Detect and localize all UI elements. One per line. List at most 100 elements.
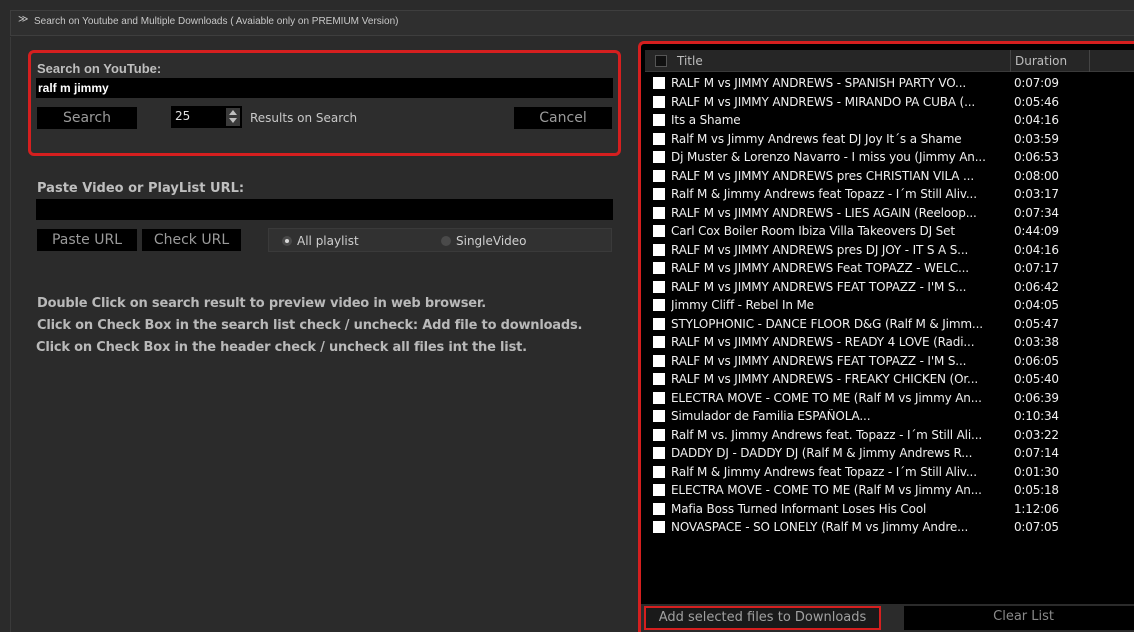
row-checkbox[interactable] [653,114,665,126]
row-checkbox[interactable] [653,502,665,515]
row-duration: 0:07:09 [1014,76,1059,90]
row-checkbox[interactable] [653,243,665,256]
row-checkbox[interactable] [653,465,665,478]
table-row[interactable]: STYLOPHONIC - DANCE FLOOR D&G (Ralf M & … [645,315,1134,334]
table-row[interactable]: Simulador de Familia ESPAÑOLA... 0:10:34 [645,407,1134,426]
row-title: Ralf M & Jimmy Andrews feat Topazz - I´m… [671,464,977,479]
row-title: RALF M vs JIMMY ANDREWS - READY 4 LOVE (… [671,335,975,349]
row-checkbox[interactable] [653,299,665,311]
row-checkbox[interactable] [653,206,665,219]
radio-selected-icon[interactable] [282,236,292,246]
row-duration: 0:06:05 [1014,353,1059,368]
table-row[interactable]: Jimmy Cliff - Rebel In Me 0:04:05 [645,296,1134,315]
table-row[interactable]: Dj Muster & Lorenzo Navarro - I miss you… [645,148,1134,167]
column-header-title[interactable]: Title [677,54,703,68]
row-title: Ralf M vs. Jimmy Andrews feat. Topazz - … [671,427,983,442]
row-checkbox[interactable] [653,428,665,441]
stepper-arrows[interactable] [226,108,240,126]
table-row[interactable]: RALF M vs JIMMY ANDREWS FEAT TOPAZZ - I'… [645,352,1134,371]
url-label: Paste Video or PlayList URL: [37,181,245,196]
column-divider[interactable] [1089,50,1090,72]
row-duration: 0:01:30 [1014,464,1059,479]
row-checkbox[interactable] [653,391,665,404]
search-button[interactable]: Search [37,107,137,129]
row-checkbox[interactable] [653,521,665,533]
row-checkbox[interactable] [653,188,665,200]
row-checkbox[interactable] [653,484,665,496]
table-row[interactable]: RALF M vs JIMMY ANDREWS FEAT TOPAZZ - I'… [645,278,1134,297]
search-input[interactable] [36,78,613,98]
table-row[interactable]: ELECTRA MOVE - COME TO ME (Ralf M vs Jim… [645,389,1134,408]
table-row[interactable]: RALF M vs JIMMY ANDREWS pres DJ JOY - IT… [645,241,1134,260]
stepper-down-icon[interactable] [229,118,237,123]
column-header-duration[interactable]: Duration [1015,54,1067,68]
row-checkbox[interactable] [653,132,665,145]
cancel-button[interactable]: Cancel [514,107,612,129]
row-duration: 0:08:00 [1014,168,1059,183]
clear-list-button[interactable]: Clear List [904,606,1134,630]
table-row[interactable]: RALF M vs JIMMY ANDREWS - LIES AGAIN (Re… [645,204,1134,223]
table-row[interactable]: Ralf M vs Jimmy Andrews feat DJ Joy It´s… [645,130,1134,149]
row-duration: 0:05:47 [1014,316,1059,331]
row-duration: 0:07:34 [1014,205,1059,220]
row-checkbox[interactable] [653,280,665,293]
table-row[interactable]: RALF M vs JIMMY ANDREWS - FREAKY CHICKEN… [645,370,1134,389]
table-row[interactable]: RALF M vs JIMMY ANDREWS - MIRANDO PA CUB… [645,93,1134,112]
row-checkbox[interactable] [653,169,665,182]
table-row[interactable]: Mafia Boss Turned Informant Loses His Co… [645,500,1134,519]
table-row[interactable]: RALF M vs JIMMY ANDREWS Feat TOPAZZ - WE… [645,259,1134,278]
row-duration: 0:07:17 [1014,261,1059,275]
table-row[interactable]: Its a Shame 0:04:16 [645,111,1134,130]
paste-url-button[interactable]: Paste URL [37,229,137,251]
table-row[interactable]: Carl Cox Boiler Room Ibiza Villa Takeove… [645,222,1134,241]
row-title: RALF M vs JIMMY ANDREWS FEAT TOPAZZ - I'… [671,353,967,368]
row-title: RALF M vs JIMMY ANDREWS FEAT TOPAZZ - I'… [671,279,967,294]
table-row[interactable]: RALF M vs JIMMY ANDREWS pres CHRISTIAN V… [645,167,1134,186]
table-row[interactable]: Ralf M vs. Jimmy Andrews feat. Topazz - … [645,426,1134,445]
header-title[interactable]: Search on Youtube and Multiple Downloads… [34,16,398,27]
row-checkbox[interactable] [653,336,665,348]
table-row[interactable]: RALF M vs JIMMY ANDREWS - READY 4 LOVE (… [645,333,1134,352]
results-list: RALF M vs JIMMY ANDREWS - SPANISH PARTY … [645,74,1134,537]
results-label: Results on Search [250,111,358,125]
results-count-stepper[interactable]: 25 [171,106,242,128]
row-title: RALF M vs JIMMY ANDREWS pres DJ JOY - IT… [671,242,969,257]
row-duration: 0:03:22 [1014,427,1059,442]
table-row[interactable]: Ralf M & Jimmy Andrews feat Topazz - I´m… [645,185,1134,204]
help-text-line: Click on Check Box in the header check /… [36,340,527,355]
radio-all-playlist[interactable]: All playlist [282,234,359,248]
row-checkbox[interactable] [653,225,665,237]
check-url-button[interactable]: Check URL [142,229,241,251]
row-duration: 0:04:16 [1014,242,1059,257]
table-row[interactable]: NOVASPACE - SO LONELY (Ralf M vs Jimmy A… [645,518,1134,537]
radio-single-video[interactable]: SingleVideo [441,234,527,248]
results-count-value: 25 [175,109,191,123]
select-all-checkbox[interactable] [655,55,667,67]
search-label: Search on YouTube: [37,61,162,76]
row-checkbox[interactable] [653,77,665,89]
table-row[interactable]: DADDY DJ - DADDY DJ (Ralf M & Jimmy Andr… [645,444,1134,463]
row-checkbox[interactable] [653,354,665,367]
row-checkbox[interactable] [653,95,665,108]
table-row[interactable]: RALF M vs JIMMY ANDREWS - SPANISH PARTY … [645,74,1134,93]
table-row[interactable]: ELECTRA MOVE - COME TO ME (Ralf M vs Jim… [645,481,1134,500]
row-duration: 0:04:16 [1014,113,1059,127]
row-checkbox[interactable] [653,410,665,422]
url-input[interactable] [36,199,613,220]
row-checkbox[interactable] [653,262,665,274]
row-title: RALF M vs JIMMY ANDREWS - SPANISH PARTY … [671,76,967,90]
radio-unselected-icon[interactable] [441,236,451,246]
row-checkbox[interactable] [653,447,665,459]
row-duration: 0:07:05 [1014,520,1059,534]
column-divider[interactable] [1010,50,1011,72]
collapse-chevron-icon[interactable]: ≫ [18,14,28,25]
table-row[interactable]: Ralf M & Jimmy Andrews feat Topazz - I´m… [645,463,1134,482]
row-duration: 0:05:46 [1014,94,1059,109]
row-checkbox[interactable] [653,373,665,385]
row-checkbox[interactable] [653,151,665,163]
stepper-up-icon[interactable] [229,110,237,115]
add-to-downloads-button[interactable]: Add selected files to Downloads [644,606,881,630]
row-title: RALF M vs JIMMY ANDREWS - FREAKY CHICKEN… [671,372,979,386]
row-checkbox[interactable] [653,317,665,330]
row-title: Dj Muster & Lorenzo Navarro - I miss you… [671,150,986,164]
